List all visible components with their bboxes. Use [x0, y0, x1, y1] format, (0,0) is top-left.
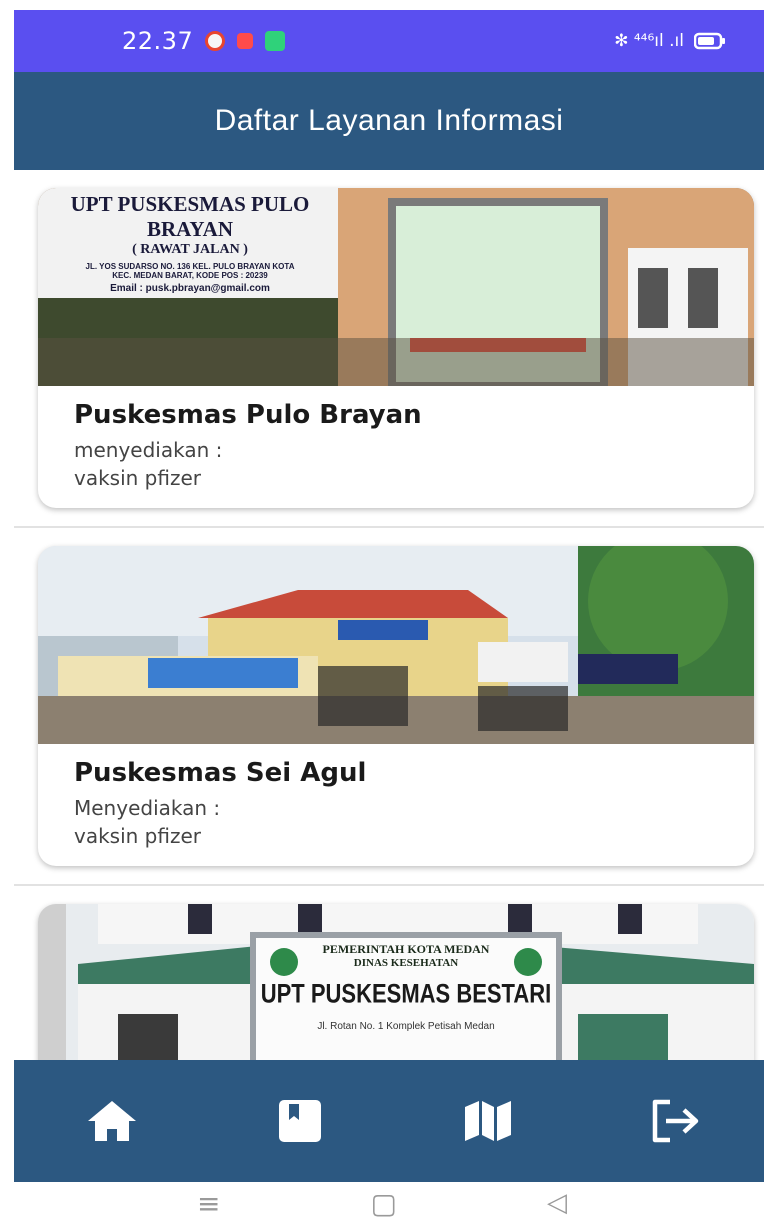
battery-icon: [694, 32, 725, 50]
g-app-icon: [237, 33, 254, 49]
card-title: Puskesmas Pulo Brayan: [74, 400, 422, 430]
service-card-bestari[interactable]: PEMERINTAH KOTA MEDAN DINAS KESEHATAN UP…: [38, 904, 754, 1060]
service-card-sei-agul[interactable]: Puskesmas Sei Agul Menyediakan : vaksin …: [38, 546, 754, 866]
menu-icon[interactable]: ≡: [197, 1187, 220, 1220]
map-icon: [465, 1101, 511, 1141]
signal-indicators: ✻ ⁴⁴⁶ıl .ıl: [614, 31, 684, 51]
system-nav: ≡ ▢ ◁: [0, 1182, 764, 1224]
service-card-pulo-brayan[interactable]: UPT PUSKESMAS PULO BRAYAN ( RAWAT JALAN …: [38, 188, 754, 508]
card-image: [38, 546, 754, 744]
card-image: PEMERINTAH KOTA MEDAN DINAS KESEHATAN UP…: [38, 904, 754, 1060]
page-title: Daftar Layanan Informasi: [214, 104, 564, 137]
sign-bestari: PEMERINTAH KOTA MEDAN DINAS KESEHATAN UP…: [260, 942, 552, 1032]
card-description: menyediakan : vaksin pfizer: [74, 438, 223, 490]
notification-app-icon: [265, 31, 286, 51]
sign-pulo-brayan: UPT PUSKESMAS PULO BRAYAN ( RAWAT JALAN …: [70, 192, 310, 294]
card-title: Puskesmas Sei Agul: [74, 758, 367, 788]
card-body: Puskesmas Sei Agul Menyediakan : vaksin …: [38, 744, 754, 866]
list-item: Puskesmas Sei Agul Menyediakan : vaksin …: [14, 528, 764, 886]
chrome-icon: [205, 31, 226, 51]
logout-icon: [652, 1099, 699, 1143]
list-item: UPT PUSKESMAS PULO BRAYAN ( RAWAT JALAN …: [14, 170, 764, 528]
nav-home-button[interactable]: [80, 1089, 144, 1153]
card-description: Menyediakan : vaksin pfizer: [74, 796, 221, 848]
service-list[interactable]: UPT PUSKESMAS PULO BRAYAN ( RAWAT JALAN …: [14, 170, 764, 1060]
status-left: 22.37: [122, 27, 286, 55]
nav-book-button[interactable]: [268, 1089, 332, 1153]
app-bar: Daftar Layanan Informasi: [14, 72, 764, 170]
status-bar: 22.37 ✻ ⁴⁴⁶ıl .ıl: [14, 10, 764, 72]
back-icon[interactable]: ◁: [547, 1188, 567, 1218]
status-time: 22.37: [122, 27, 194, 55]
list-item: PEMERINTAH KOTA MEDAN DINAS KESEHATAN UP…: [14, 886, 764, 1060]
status-right: ✻ ⁴⁴⁶ıl .ıl: [614, 31, 726, 51]
card-image: UPT PUSKESMAS PULO BRAYAN ( RAWAT JALAN …: [38, 188, 754, 386]
nav-map-button[interactable]: [456, 1089, 520, 1153]
book-icon: [279, 1100, 321, 1142]
card-body: Puskesmas Pulo Brayan menyediakan : vaks…: [38, 386, 754, 508]
home-square-icon[interactable]: ▢: [371, 1187, 397, 1220]
bottom-nav: [14, 1060, 764, 1182]
home-icon: [88, 1101, 136, 1141]
nav-logout-button[interactable]: [644, 1089, 708, 1153]
